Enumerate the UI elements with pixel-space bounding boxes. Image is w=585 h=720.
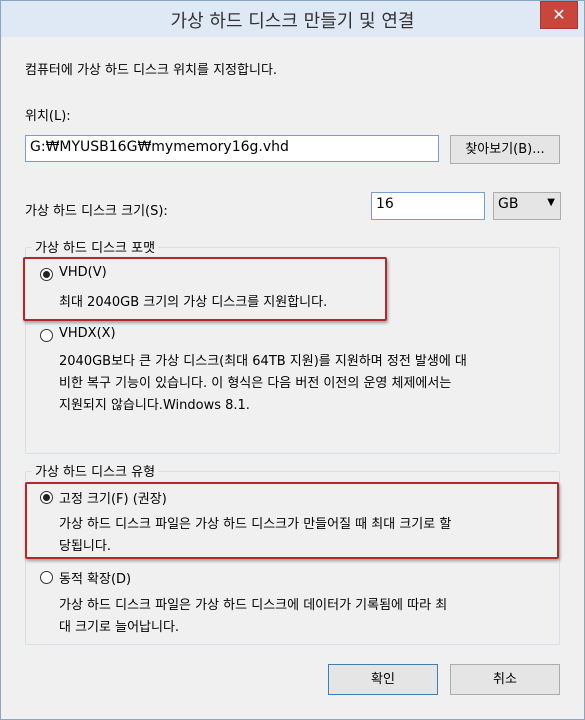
vhdx-desc-line: 2040GB보다 큰 가상 디스크(최대 64TB 지원)를 지원하며 정전 발… [59, 354, 467, 369]
size-unit-select[interactable]: GB ▼ [493, 192, 561, 220]
cancel-button[interactable]: 취소 [450, 664, 560, 695]
close-icon: ✕ [552, 5, 566, 24]
format-group-title: 가상 하드 디스크 포맷 [32, 237, 159, 256]
radio-vhdx[interactable] [40, 329, 53, 342]
vhdx-desc-line: 지원되지 않습니다.Windows 8.1. [59, 398, 250, 413]
location-input[interactable]: G:₩MYUSB16G₩mymemory16g.vhd [25, 135, 439, 162]
location-label: 위치(L): [25, 109, 71, 124]
vhd-highlight-box [23, 257, 387, 321]
window-title: 가상 하드 디스크 만들기 및 연결 [170, 11, 415, 32]
dynamic-desc-line: 대 크기로 늘어납니다. [59, 620, 180, 635]
dialog-body: 컴퓨터에 가상 하드 디스크 위치를 지정합니다. 위치(L): G:₩MYUS… [9, 39, 576, 711]
close-button[interactable]: ✕ [540, 1, 578, 29]
chevron-down-icon: ▼ [547, 197, 555, 208]
type-group-title: 가상 하드 디스크 유형 [32, 461, 159, 480]
size-input[interactable]: 16 [371, 192, 485, 220]
vhdx-description: 2040GB보다 큰 가상 디스크(최대 64TB 지원)를 지원하며 정전 발… [59, 351, 554, 417]
title-bar[interactable]: 가상 하드 디스크 만들기 및 연결 ✕ [1, 1, 584, 37]
size-unit-value: GB [498, 196, 519, 212]
intro-text: 컴퓨터에 가상 하드 디스크 위치를 지정합니다. [25, 63, 278, 78]
radio-dynamic[interactable] [40, 571, 53, 584]
radio-dynamic-label[interactable]: 동적 확장(D) [59, 568, 131, 587]
fixed-size-highlight-box [25, 482, 559, 559]
browse-button[interactable]: 찾아보기(B)... [450, 135, 560, 164]
dynamic-desc-line: 가상 하드 디스크 파일은 가상 하드 디스크에 데이터가 기록됨에 따라 최 [59, 598, 448, 613]
location-value: G:₩MYUSB16G₩mymemory16g.vhd [30, 139, 289, 155]
radio-vhdx-label[interactable]: VHDX(X) [59, 326, 116, 341]
dialog-window: 가상 하드 디스크 만들기 및 연결 ✕ 컴퓨터에 가상 하드 디스크 위치를 … [0, 0, 585, 720]
size-value: 16 [376, 196, 394, 212]
size-label: 가상 하드 디스크 크기(S): [25, 204, 168, 219]
ok-button[interactable]: 확인 [328, 664, 438, 695]
dynamic-description: 가상 하드 디스크 파일은 가상 하드 디스크에 데이터가 기록됨에 따라 최 … [59, 595, 554, 639]
vhdx-desc-line: 비한 복구 기능이 있습니다. 이 형식은 다음 버전 이전의 운영 체제에서는 [59, 376, 452, 391]
